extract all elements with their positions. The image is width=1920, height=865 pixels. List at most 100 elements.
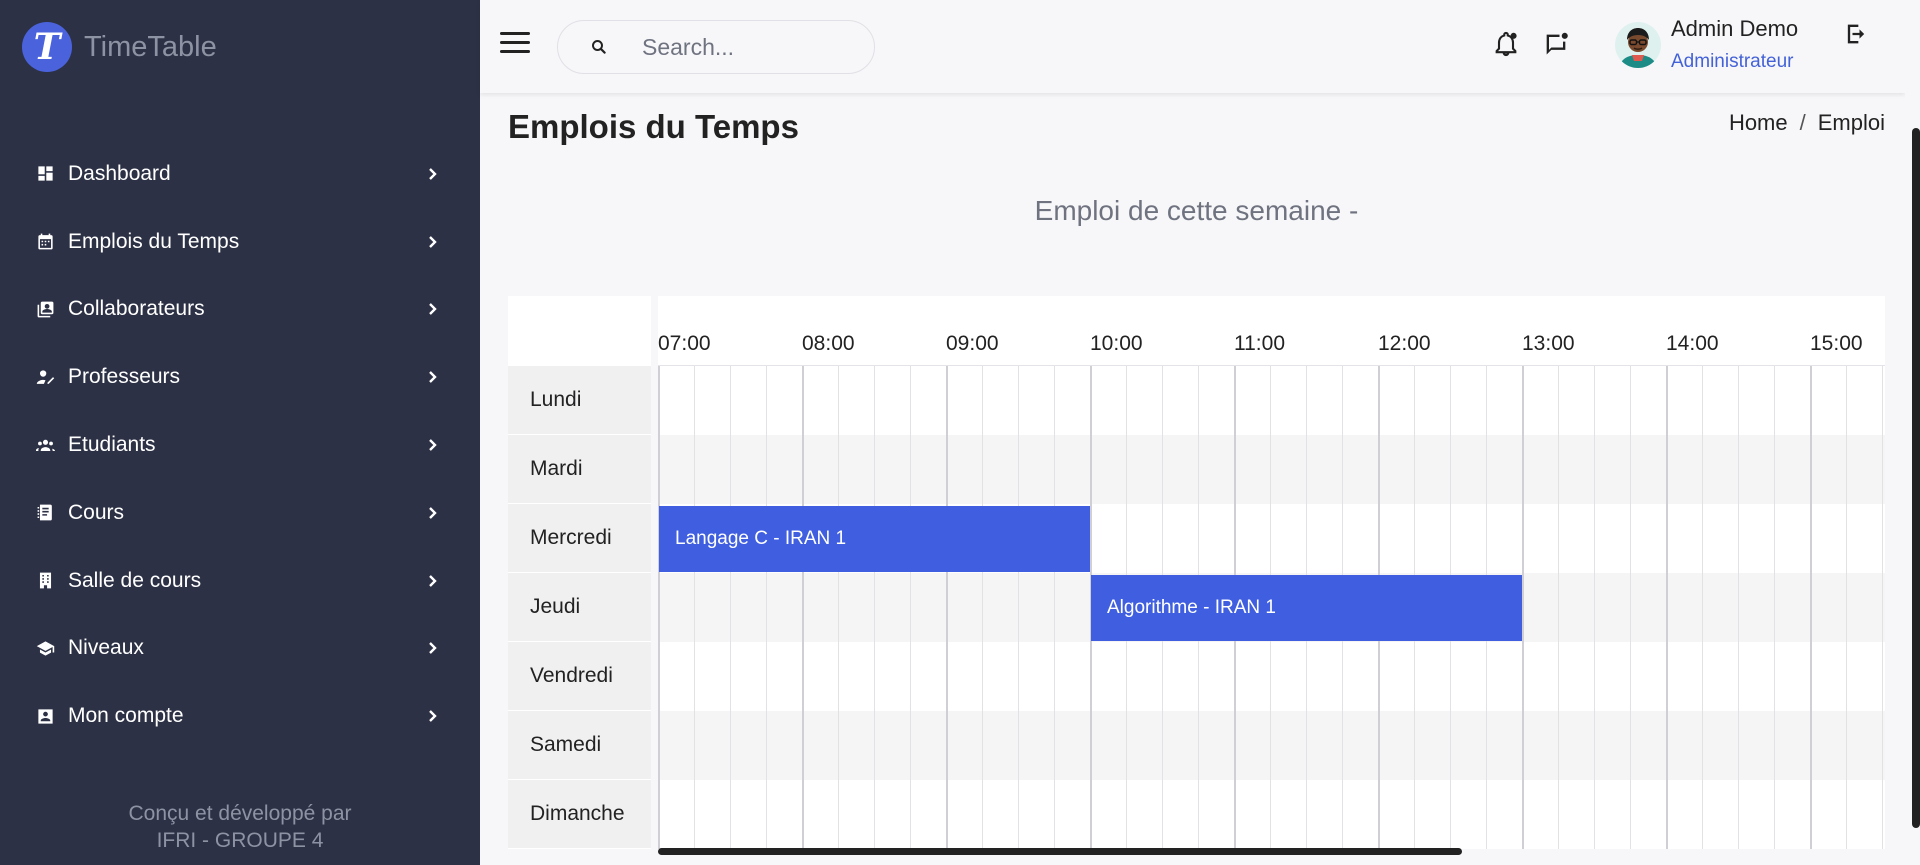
avatar[interactable] bbox=[1615, 22, 1661, 68]
chevron-right-icon bbox=[424, 301, 440, 317]
breadcrumb-separator: / bbox=[1799, 110, 1806, 135]
book-icon bbox=[34, 502, 56, 524]
sidebar-item-collaborateurs[interactable]: Collaborateurs bbox=[0, 276, 480, 344]
vertical-scrollbar[interactable] bbox=[1912, 128, 1920, 828]
hour-label: 14:00 bbox=[1666, 332, 1719, 355]
grid-line bbox=[1810, 366, 1812, 849]
day-label: Mardi bbox=[508, 435, 651, 504]
timetable-hour-header: 07:00 08:00 09:00 10:00 11:00 12:00 13:00 14:00… bbox=[658, 296, 1885, 366]
sidebar-item-dashboard[interactable]: Dashboard bbox=[0, 140, 480, 208]
hour-label: 07:00 bbox=[658, 332, 711, 355]
building-icon bbox=[34, 570, 56, 592]
dashboard-icon bbox=[34, 163, 56, 185]
search-input[interactable] bbox=[642, 33, 862, 61]
grid-line bbox=[982, 366, 983, 849]
day-label: Mercredi bbox=[508, 504, 651, 573]
sidebar-footer: Conçu et développé par IFRI - GROUPE 4 bbox=[0, 800, 480, 854]
hour-label: 15:00 bbox=[1810, 332, 1863, 355]
timetable-row bbox=[658, 780, 1885, 849]
day-label: Jeudi bbox=[508, 573, 651, 642]
chevron-right-icon bbox=[424, 505, 440, 521]
sidebar-item-etudiants[interactable]: Etudiants bbox=[0, 411, 480, 479]
grid-line bbox=[1738, 366, 1739, 849]
sidebar-item-niveaux[interactable]: Niveaux bbox=[0, 615, 480, 683]
grid-line bbox=[838, 366, 839, 849]
grid-line bbox=[1054, 366, 1055, 849]
hour-label: 11:00 bbox=[1234, 332, 1285, 355]
grid-line bbox=[1774, 366, 1775, 849]
timetable-row bbox=[658, 435, 1885, 504]
grid-line bbox=[1594, 366, 1595, 849]
hour-label: 12:00 bbox=[1378, 332, 1431, 355]
account-icon bbox=[34, 705, 56, 727]
hour-label: 08:00 bbox=[802, 332, 855, 355]
week-title: Emploi de cette semaine - bbox=[1034, 195, 1359, 226]
grid-line bbox=[658, 366, 660, 849]
breadcrumb: Home / Emploi bbox=[1729, 110, 1885, 136]
menu-toggle-icon[interactable] bbox=[500, 32, 530, 56]
grid-line bbox=[694, 366, 695, 849]
sidebar-item-label: Emplois du Temps bbox=[68, 229, 240, 253]
calendar-icon bbox=[34, 231, 56, 253]
timetable-event[interactable]: Langage C - IRAN 1 bbox=[659, 505, 1090, 572]
grid-line bbox=[1666, 366, 1668, 849]
messages-icon[interactable] bbox=[1542, 30, 1572, 60]
chevron-right-icon bbox=[424, 573, 440, 589]
timetable-grid: Langage C - IRAN 1 Algorithme - IRAN 1 bbox=[658, 366, 1885, 849]
grid-line bbox=[1018, 366, 1019, 849]
grid-line bbox=[1522, 366, 1524, 849]
students-icon bbox=[34, 434, 56, 456]
grid-line bbox=[802, 366, 804, 849]
topbar: Admin Demo Administrateur bbox=[480, 0, 1905, 93]
chevron-right-icon bbox=[424, 437, 440, 453]
sidebar-item-label: Cours bbox=[68, 500, 125, 524]
grid-line bbox=[766, 366, 767, 849]
grid-line bbox=[1558, 366, 1559, 849]
user-name: Admin Demo bbox=[1671, 16, 1799, 41]
sidebar-item-label: Niveaux bbox=[68, 636, 144, 660]
chevron-right-icon bbox=[424, 708, 440, 724]
grid-line bbox=[910, 366, 911, 849]
chevron-right-icon bbox=[424, 640, 440, 656]
sidebar-item-label: Dashboard bbox=[68, 161, 171, 185]
hour-label: 09:00 bbox=[946, 332, 999, 355]
collaborators-icon bbox=[34, 298, 56, 320]
horizontal-scrollbar[interactable] bbox=[658, 848, 1462, 855]
day-label: Samedi bbox=[508, 711, 651, 780]
grid-line bbox=[874, 366, 875, 849]
notification-bell-icon[interactable] bbox=[1492, 30, 1522, 60]
timetable-event[interactable]: Algorithme - IRAN 1 bbox=[1091, 574, 1522, 641]
sidebar-item-label: Mon compte bbox=[68, 704, 184, 728]
sidebar-item-mon-compte[interactable]: Mon compte bbox=[0, 682, 480, 750]
grid-line bbox=[1702, 366, 1703, 849]
user-role: Administrateur bbox=[1671, 51, 1794, 72]
search-icon bbox=[588, 36, 610, 58]
brand-logo: T bbox=[22, 22, 72, 72]
sidebar-item-emplois-du-temps[interactable]: Emplois du Temps bbox=[0, 208, 480, 276]
sidebar-item-label: Collaborateurs bbox=[68, 297, 205, 321]
grid-line bbox=[946, 366, 948, 849]
graduation-cap-icon bbox=[34, 637, 56, 659]
sidebar-item-label: Professeurs bbox=[68, 365, 181, 389]
sidebar-item-salle-de-cours[interactable]: Salle de cours bbox=[0, 547, 480, 615]
brand[interactable]: T TimeTable bbox=[22, 22, 217, 72]
logout-icon[interactable] bbox=[1842, 20, 1872, 50]
chevron-right-icon bbox=[424, 166, 440, 182]
sidebar-item-cours[interactable]: Cours bbox=[0, 479, 480, 547]
grid-line bbox=[1882, 366, 1883, 849]
sidebar-item-professeurs[interactable]: Professeurs bbox=[0, 343, 480, 411]
sidebar-item-label: Salle de cours bbox=[68, 568, 202, 592]
professor-icon bbox=[34, 366, 56, 388]
sidebar: T TimeTable Dashboard Emplois du Temps C… bbox=[0, 0, 480, 865]
day-label: Vendredi bbox=[508, 642, 651, 711]
chevron-right-icon bbox=[424, 369, 440, 385]
breadcrumb-home[interactable]: Home bbox=[1729, 110, 1788, 136]
grid-line bbox=[730, 366, 731, 849]
page-title: Emplois du Temps bbox=[508, 108, 799, 145]
footer-line: IFRI - GROUPE 4 bbox=[156, 829, 324, 852]
sidebar-menu: Dashboard Emplois du Temps Collaborateur… bbox=[0, 140, 480, 750]
timetable-row bbox=[658, 711, 1885, 780]
sidebar-item-label: Etudiants bbox=[68, 433, 156, 457]
hour-label: 13:00 bbox=[1522, 332, 1575, 355]
timetable-day-column: Lundi Mardi Mercredi Jeudi Vendredi Samedi Dim… bbox=[508, 366, 651, 849]
